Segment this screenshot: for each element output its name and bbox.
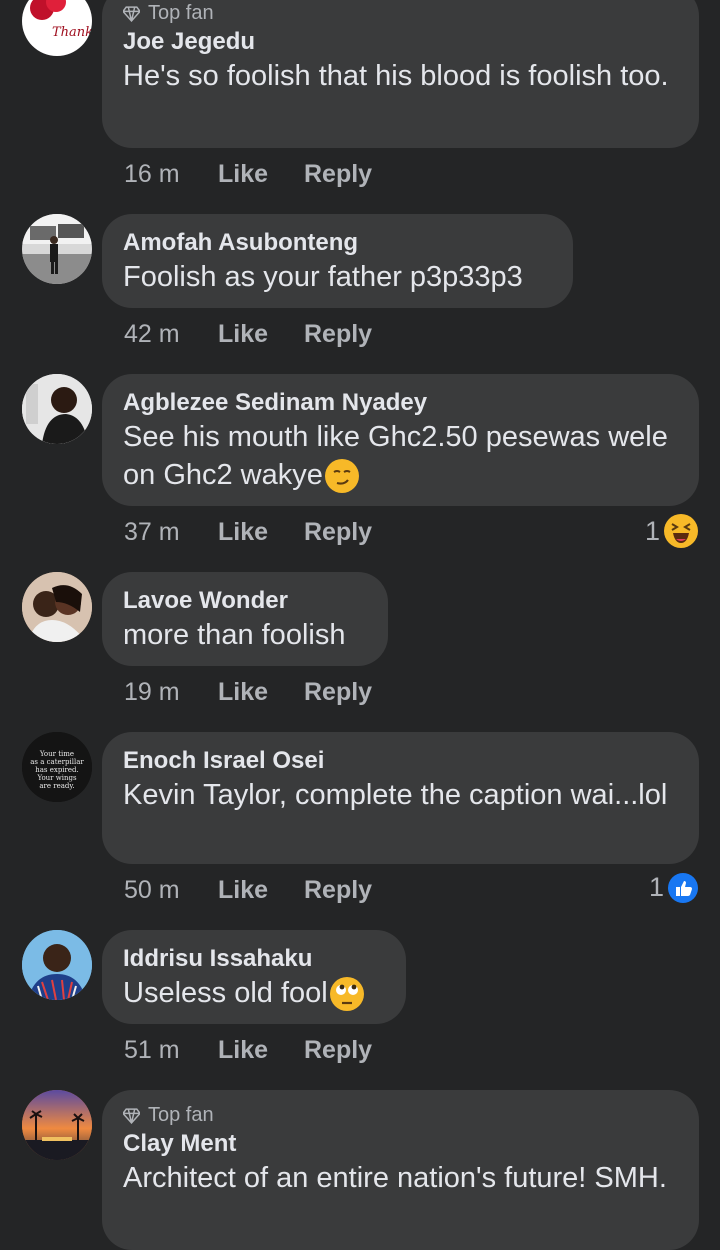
comment-bubble[interactable]: Enoch Israel Osei Kevin Taylor, complete… [102,732,699,864]
avatar[interactable]: Thank U [22,0,92,56]
comment-author[interactable]: Amofah Asubonteng [123,228,551,258]
like-button[interactable]: Like [218,678,304,707]
comment-time[interactable]: 37 m [124,518,218,547]
reply-button[interactable]: Reply [304,678,372,707]
reaction-count: 1 [648,872,664,902]
eye-roll-emoji-icon [329,977,364,1012]
comment-bubble[interactable]: Top fan Clay Ment Architect of an entire… [102,1090,699,1250]
reply-button[interactable]: Reply [304,320,372,349]
comment-time[interactable]: 51 m [124,1036,218,1065]
avatar-text: Your time [39,750,74,758]
reply-button[interactable]: Reply [304,518,372,547]
comment-text: Architect of an entire nation's future! … [123,1162,667,1194]
comment-time[interactable]: 16 m [124,160,218,189]
like-button[interactable]: Like [218,320,304,349]
like-button[interactable]: Like [218,876,304,905]
diamond-icon [123,6,140,22]
laugh-emoji-icon [664,514,698,548]
comment-bubble[interactable]: Top fan Joe Jegedu He's so foolish that … [102,0,699,148]
avatar[interactable] [22,930,92,1000]
avatar[interactable] [22,214,92,284]
reaction-count: 1 [644,515,660,546]
comment-author[interactable]: Enoch Israel Osei [123,746,677,776]
like-thumb-icon [668,872,698,903]
comment-author[interactable]: Iddrisu Issahaku [123,944,384,974]
top-fan-badge: Top fan [123,2,677,25]
svg-text:are ready.: are ready. [39,782,74,790]
comment-author[interactable]: Clay Ment [123,1129,677,1159]
reply-button[interactable]: Reply [304,160,372,189]
comment-text: more than foolish [123,619,346,651]
avatar[interactable] [22,572,92,642]
comment-text: Useless old fool [123,974,384,1012]
top-fan-badge: Top fan [123,1104,677,1127]
like-button[interactable]: Like [218,160,304,189]
comment-author[interactable]: Agblezee Sedinam Nyadey [123,388,677,418]
comment-bubble[interactable]: Amofah Asubonteng Foolish as your father… [102,214,573,308]
svg-text:as a caterpillar: as a caterpillar [30,758,84,766]
comment-text: Foolish as your father p3p33p3 [123,261,523,293]
comment-bubble[interactable]: Agblezee Sedinam Nyadey See his mouth li… [102,374,699,506]
comment-author[interactable]: Lavoe Wonder [123,586,366,616]
comment-text: Kevin Taylor, complete the caption wai..… [123,779,668,811]
comment-time[interactable]: 19 m [124,678,218,707]
comment-text: See his mouth like Ghc2.50 pesewas wele … [123,418,677,494]
reply-button[interactable]: Reply [304,876,372,905]
avatar[interactable] [22,374,92,444]
smirk-emoji-icon [324,459,359,494]
svg-text:Your wings: Your wings [36,774,77,782]
comment-time[interactable]: 50 m [124,876,218,905]
reaction-summary[interactable]: 1 [645,514,698,548]
like-button[interactable]: Like [218,518,304,547]
avatar[interactable]: Your time as a caterpillar has expired. … [22,732,92,802]
diamond-icon [123,1108,140,1124]
comment-bubble[interactable]: Iddrisu Issahaku Useless old fool [102,930,406,1024]
svg-text:has expired.: has expired. [35,766,79,774]
comment-time[interactable]: 42 m [124,320,218,349]
avatar-text: Thank U [52,25,92,40]
comment-bubble[interactable]: Lavoe Wonder more than foolish [102,572,388,666]
avatar[interactable] [22,1090,92,1160]
reaction-summary[interactable]: 1 [649,872,698,903]
comment-text: He's so foolish that his blood is foolis… [123,60,669,92]
reply-button[interactable]: Reply [304,1036,372,1065]
like-button[interactable]: Like [218,1036,304,1065]
comment-author[interactable]: Joe Jegedu [123,27,677,57]
